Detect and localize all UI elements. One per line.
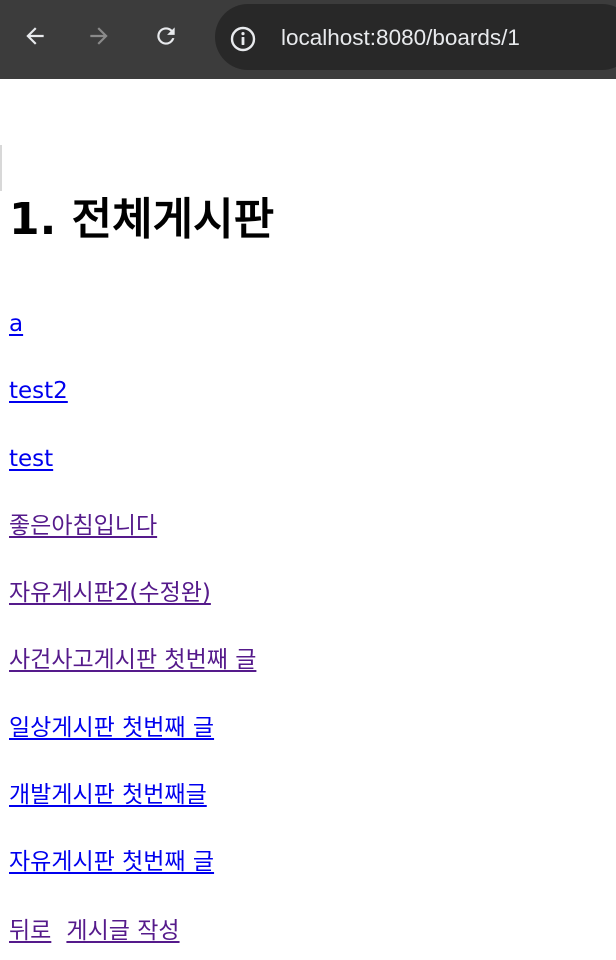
post-link[interactable]: 좋은아침입니다 xyxy=(9,513,157,539)
back-link[interactable]: 뒤로 xyxy=(9,918,51,944)
list-item: test2 xyxy=(9,374,256,441)
post-link[interactable]: 자유게시판 첫번째 글 xyxy=(9,849,214,875)
info-circle-icon xyxy=(230,26,256,52)
post-list: a test2 test 좋은아침입니다 자유게시판2(수정완) 사건사고게시판… xyxy=(9,307,256,913)
post-link[interactable]: test2 xyxy=(9,378,68,404)
url-text[interactable]: localhost:8080/boards/1 xyxy=(281,23,520,53)
footer-links: 뒤로 게시글 작성 xyxy=(9,914,190,950)
page-title: 1. 전체게시판 xyxy=(9,194,275,245)
post-link[interactable]: 개발게시판 첫번째글 xyxy=(9,782,207,808)
write-post-link[interactable]: 게시글 작성 xyxy=(66,918,179,944)
post-link[interactable]: test xyxy=(9,446,53,472)
list-item: 일상게시판 첫번째 글 xyxy=(9,711,256,778)
list-item: 자유게시판 첫번째 글 xyxy=(9,845,256,912)
site-info-button[interactable] xyxy=(229,25,257,53)
post-link[interactable]: 사건사고게시판 첫번째 글 xyxy=(9,647,256,673)
list-item: 사건사고게시판 첫번째 글 xyxy=(9,643,256,710)
reload-icon xyxy=(157,27,175,45)
post-link[interactable]: 일상게시판 첫번째 글 xyxy=(9,715,214,741)
browser-toolbar: localhost:8080/boards/1 xyxy=(0,0,616,79)
reload-button[interactable] xyxy=(144,14,188,58)
list-item: 좋은아침입니다 xyxy=(9,509,256,576)
list-item: 개발게시판 첫번째글 xyxy=(9,778,256,845)
post-link[interactable]: a xyxy=(9,311,23,337)
arrow-left-icon xyxy=(26,27,44,45)
list-item: a xyxy=(9,307,256,374)
back-button[interactable] xyxy=(13,14,57,58)
arrow-right-icon xyxy=(90,27,108,45)
list-item: 자유게시판2(수정완) xyxy=(9,576,256,643)
forward-button[interactable] xyxy=(77,14,121,58)
list-item: test xyxy=(9,442,256,509)
post-link[interactable]: 자유게시판2(수정완) xyxy=(9,580,211,606)
page-content: 1. 전체게시판 a test2 test 좋은아침입니다 자유게시판2(수정완… xyxy=(0,79,616,960)
scroll-edge xyxy=(0,145,2,191)
